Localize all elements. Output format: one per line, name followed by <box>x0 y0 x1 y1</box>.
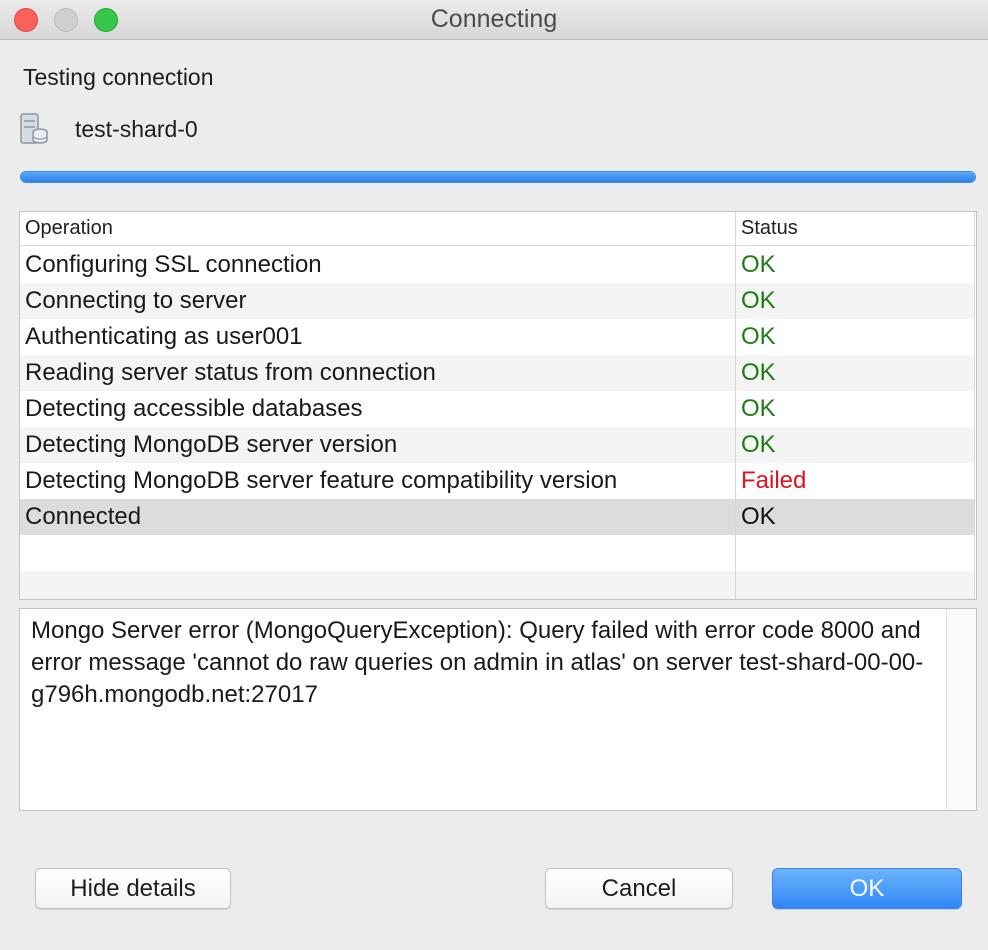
table-row[interactable]: Detecting accessible databases OK <box>20 391 974 427</box>
status-cell: OK <box>741 395 776 422</box>
status-cell: OK <box>741 251 776 278</box>
operation-cell: Connected <box>25 503 142 530</box>
empty-table-row <box>20 571 974 599</box>
server-name: test-shard-0 <box>75 116 198 142</box>
operation-cell: Connecting to server <box>25 287 247 314</box>
table-row[interactable]: Detecting MongoDB server version OK <box>20 427 974 463</box>
progress-fill <box>21 172 975 182</box>
connection-progress-bar <box>20 171 976 183</box>
column-divider[interactable] <box>735 212 736 599</box>
status-cell: OK <box>741 323 776 350</box>
status-column-header[interactable]: Status <box>741 217 798 240</box>
operation-cell: Detecting MongoDB server feature compati… <box>25 467 618 494</box>
database-server-icon <box>20 113 48 144</box>
operation-cell: Configuring SSL connection <box>25 251 322 278</box>
empty-table-row <box>20 535 974 571</box>
cancel-button[interactable]: Cancel <box>545 868 733 909</box>
status-cell: OK <box>741 431 776 458</box>
table-row[interactable]: Configuring SSL connection OK <box>20 247 974 283</box>
details-scrollbar[interactable] <box>946 609 976 810</box>
status-cell: OK <box>741 359 776 386</box>
error-details-panel[interactable]: Mongo Server error (MongoQueryException)… <box>19 608 977 811</box>
column-divider <box>974 212 975 599</box>
status-cell-failed: Failed <box>741 467 807 494</box>
operation-column-header[interactable]: Operation <box>25 217 113 240</box>
hide-details-button[interactable]: Hide details <box>35 868 231 909</box>
operation-cell: Detecting MongoDB server version <box>25 431 398 458</box>
operation-cell: Authenticating as user001 <box>25 323 303 350</box>
window-title: Connecting <box>430 5 558 33</box>
ok-button[interactable]: OK <box>772 868 962 909</box>
table-row[interactable]: Connecting to server OK <box>20 283 974 319</box>
status-cell: OK <box>741 503 776 530</box>
table-row[interactable]: Detecting MongoDB server feature compati… <box>20 463 974 499</box>
error-message: Mongo Server error (MongoQueryException)… <box>31 617 924 708</box>
status-cell: OK <box>741 287 776 314</box>
connection-status-label: Testing connection <box>23 64 214 90</box>
title-bar: Connecting <box>0 0 988 40</box>
operation-cell: Reading server status from connection <box>25 359 436 386</box>
operation-cell: Detecting accessible databases <box>25 395 363 422</box>
table-header: Operation Status <box>20 212 976 246</box>
table-row[interactable]: Authenticating as user001 OK <box>20 319 974 355</box>
operations-table: Operation Status Configuring SSL connect… <box>19 211 977 600</box>
table-row-selected[interactable]: Connected OK <box>20 499 974 535</box>
table-row[interactable]: Reading server status from connection OK <box>20 355 974 391</box>
